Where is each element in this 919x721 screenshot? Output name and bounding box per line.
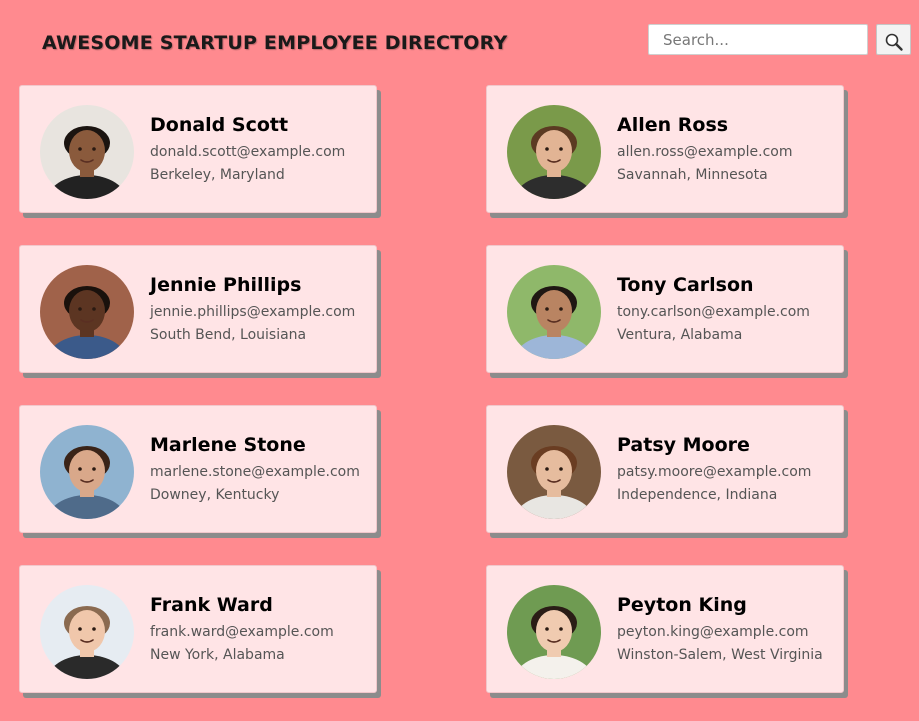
employee-location: New York, Alabama [150, 647, 285, 663]
employee-location: Savannah, Minnesota [617, 167, 768, 183]
employee-avatar [507, 105, 601, 199]
employee-email: marlene.stone@example.com [150, 464, 360, 480]
employee-name: Frank Ward [150, 594, 273, 616]
employee-card[interactable]: Marlene Stone marlene.stone@example.com Do… [19, 405, 377, 533]
employee-avatar [40, 265, 134, 359]
employee-email: donald.scott@example.com [150, 144, 346, 160]
employee-name: Jennie Phillips [150, 274, 302, 296]
employee-avatar [40, 105, 134, 199]
employee-card[interactable]: Jennie Phillips jennie.phillips@example.c… [19, 245, 377, 373]
employee-location: Downey, Kentucky [150, 487, 280, 503]
employee-email: frank.ward@example.com [150, 624, 334, 640]
employee-avatar [507, 265, 601, 359]
employee-name: Patsy Moore [617, 434, 750, 456]
employee-email: peyton.king@example.com [617, 624, 809, 640]
employee-name: Donald Scott [150, 114, 289, 136]
employee-location: Winston-Salem, West Virginia [617, 647, 823, 663]
page-title: AWESOME STARTUP EMPLOYEE DIRECTORY [42, 32, 508, 54]
employee-location: Berkeley, Maryland [150, 167, 285, 183]
employee-name: Tony Carlson [617, 274, 754, 296]
employee-email: jennie.phillips@example.com [150, 304, 356, 320]
employee-avatar [40, 425, 134, 519]
directory-page: AWESOME STARTUP EMPLOYEE DIRECTORY Donal… [0, 0, 919, 721]
employee-card[interactable]: Tony Carlson tony.carlson@example.com Vent… [486, 245, 844, 373]
employee-name: Allen Ross [617, 114, 729, 136]
employee-card[interactable]: Allen Ross allen.ross@example.com Savannah… [486, 85, 844, 213]
employee-card[interactable]: Frank Ward frank.ward@example.com New York… [19, 565, 377, 693]
magnifier-icon [885, 33, 903, 51]
employee-name: Marlene Stone [150, 434, 306, 456]
employee-avatar [507, 425, 601, 519]
employee-email: allen.ross@example.com [617, 144, 793, 160]
employee-card[interactable]: Peyton King peyton.king@example.com Winsto… [486, 565, 844, 693]
employee-location: Independence, Indiana [617, 487, 778, 503]
employee-email: tony.carlson@example.com [617, 304, 810, 320]
search-button[interactable] [876, 24, 911, 55]
employee-card[interactable]: Patsy Moore patsy.moore@example.com Indepe… [486, 405, 844, 533]
search-input[interactable] [648, 24, 868, 55]
employee-email: patsy.moore@example.com [617, 464, 812, 480]
employee-avatar [40, 585, 134, 679]
employee-name: Peyton King [617, 594, 747, 616]
employee-location: South Bend, Louisiana [150, 327, 307, 343]
employee-avatar [507, 585, 601, 679]
employee-location: Ventura, Alabama [617, 327, 743, 343]
employee-card[interactable]: Donald Scott donald.scott@example.com Berk… [19, 85, 377, 213]
